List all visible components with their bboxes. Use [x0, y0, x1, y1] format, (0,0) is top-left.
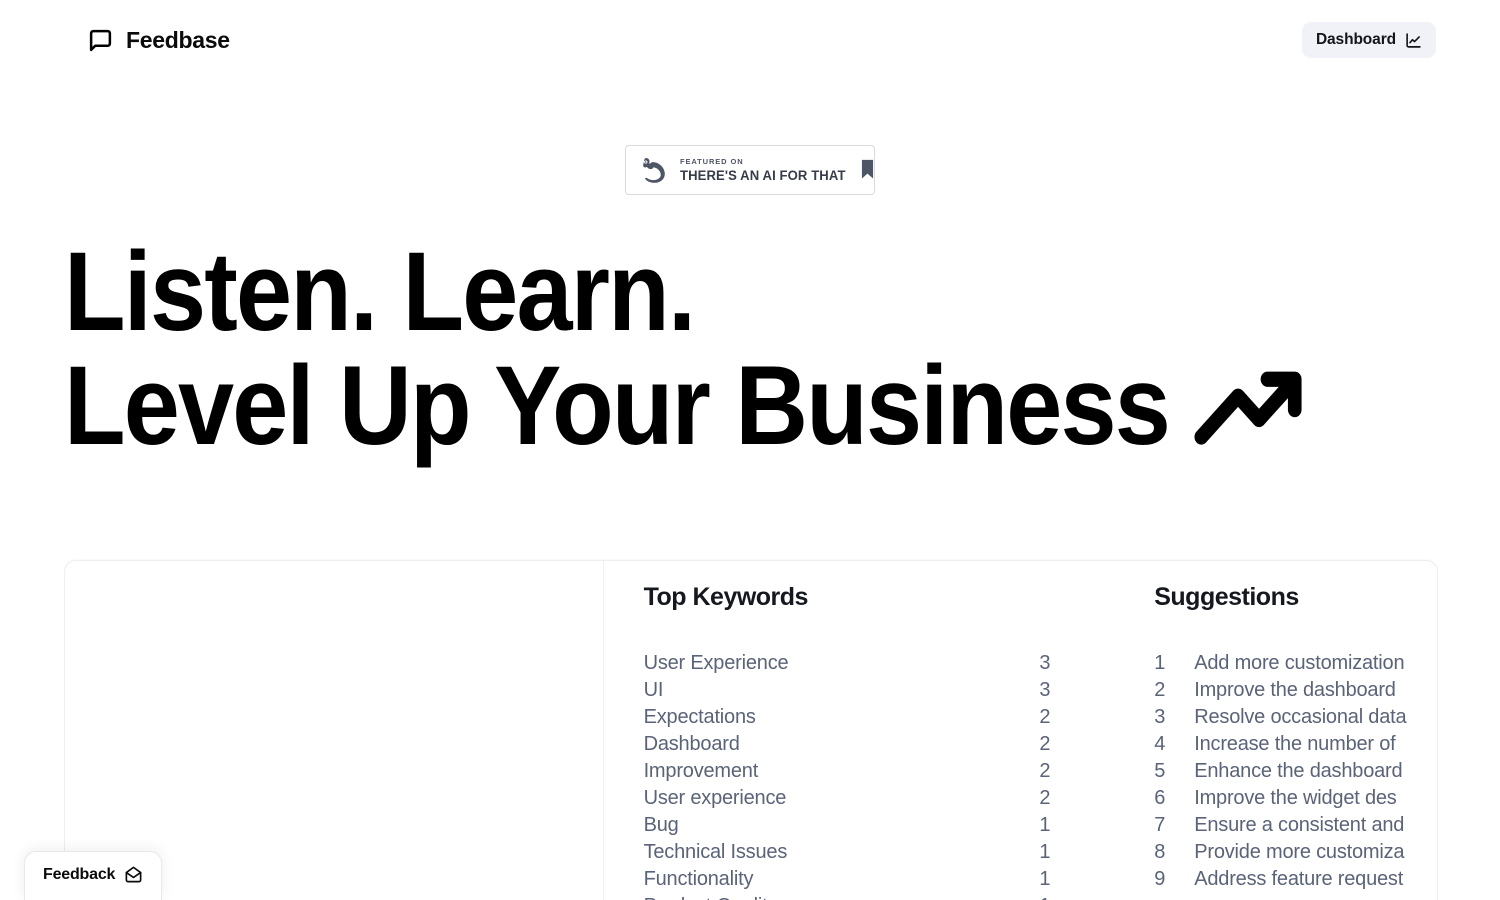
suggestion-text: Resolve occasional data: [1194, 706, 1407, 728]
list-item[interactable]: Product Quality 1: [644, 895, 1051, 900]
suggestion-number: 5: [1154, 760, 1166, 782]
suggestion-text: Improve the dashboard: [1194, 679, 1396, 701]
keyword-count: 3: [1039, 652, 1051, 674]
top-keywords-panel: Top Keywords User Experience 3 UI 3 Expe…: [602, 561, 1085, 900]
landing-page: Feedbase Dashboard FEATURED ON THERE'S A…: [0, 0, 1500, 900]
suggestion-text: Ensure a consistent and: [1194, 814, 1405, 836]
suggestion-number: 7: [1154, 814, 1166, 836]
trending-up-icon: [1191, 360, 1317, 452]
brand-logo[interactable]: Feedbase: [88, 27, 230, 54]
open-envelope-icon: [124, 865, 143, 884]
feedback-widget-button[interactable]: Feedback: [24, 851, 163, 900]
top-keywords-title: Top Keywords: [643, 583, 809, 611]
featured-badge-title: THERE'S AN AI FOR THAT: [680, 167, 846, 183]
keyword-count: 2: [1039, 733, 1051, 755]
keyword-count: 2: [1039, 760, 1051, 782]
featured-badge-text: FEATURED ON THERE'S AN AI FOR THAT: [680, 158, 851, 182]
suggestions-panel: Suggestions 1 Add more customization 2 I…: [1112, 561, 1437, 900]
keyword-count: 1: [1039, 868, 1051, 890]
suggestion-number: 9: [1154, 868, 1166, 890]
keyword-count: 1: [1039, 841, 1051, 863]
list-item[interactable]: 5 Enhance the dashboard: [1154, 760, 1437, 787]
list-item[interactable]: 9 Address feature request: [1154, 868, 1437, 895]
dashboard-preview-card: Top Keywords User Experience 3 UI 3 Expe…: [64, 560, 1438, 900]
keyword-name: Improvement: [643, 760, 759, 782]
keyword-count: 3: [1039, 679, 1051, 701]
suggestion-number: 8: [1154, 841, 1166, 863]
preview-divider-gap: [1084, 561, 1112, 900]
keyword-count: 1: [1039, 814, 1051, 836]
keyword-name: UI: [643, 679, 664, 701]
list-item[interactable]: User Experience 3: [644, 652, 1051, 679]
keyword-name: Bug: [643, 814, 679, 836]
list-item[interactable]: Dashboard 2: [644, 733, 1051, 760]
message-square-icon: [88, 28, 113, 53]
suggestion-text: Address feature request: [1194, 868, 1404, 890]
feedback-widget-label: Feedback: [43, 865, 116, 883]
suggestion-text: Add more customization: [1194, 652, 1405, 674]
list-item[interactable]: Improvement 2: [644, 760, 1051, 787]
keyword-name: Dashboard: [643, 733, 740, 755]
suggestions-title: Suggestions: [1154, 583, 1299, 611]
keyword-count: 1: [1039, 895, 1050, 900]
site-header: Feedbase Dashboard: [0, 0, 1500, 80]
suggestion-number: 2: [1154, 679, 1166, 701]
suggestion-text: Improve the widget des: [1194, 787, 1397, 809]
list-item[interactable]: User experience 2: [644, 787, 1051, 814]
top-keywords-list: User Experience 3 UI 3 Expectations 2 Da…: [644, 652, 1051, 900]
bicep-flex-icon: [638, 155, 670, 185]
hero-line-1: Listen. Learn.: [64, 229, 696, 354]
keyword-count: 2: [1039, 787, 1051, 809]
suggestions-list: 1 Add more customization 2 Improve the d…: [1154, 652, 1437, 895]
featured-badge-kicker: FEATURED ON: [680, 157, 744, 166]
keyword-name: Product Quality: [644, 895, 778, 900]
keyword-name: Functionality: [643, 868, 754, 890]
dashboard-button-label: Dashboard: [1315, 31, 1396, 48]
list-item[interactable]: 2 Improve the dashboard: [1154, 679, 1437, 706]
list-item[interactable]: Functionality 1: [644, 868, 1051, 895]
hero-line-2-row: Level Up Your Business: [64, 343, 1306, 468]
featured-on-badge[interactable]: FEATURED ON THERE'S AN AI FOR THAT: [625, 145, 875, 195]
suggestion-text: Increase the number of: [1194, 733, 1396, 755]
dashboard-button[interactable]: Dashboard: [1301, 22, 1436, 58]
keyword-name: Expectations: [643, 706, 756, 728]
suggestion-number: 6: [1154, 787, 1166, 809]
hero-heading: Listen. Learn. Level Up Your Business: [64, 229, 1444, 468]
keyword-name: User Experience: [643, 652, 789, 674]
list-item[interactable]: 4 Increase the number of: [1154, 733, 1437, 760]
list-item[interactable]: Expectations 2: [644, 706, 1051, 733]
brand-name: Feedbase: [126, 26, 230, 53]
suggestion-text: Provide more customiza: [1194, 841, 1405, 863]
suggestion-text: Enhance the dashboard: [1194, 760, 1403, 782]
list-item[interactable]: 8 Provide more customiza: [1154, 841, 1437, 868]
preview-chart-panel: [65, 561, 603, 900]
suggestion-number: 1: [1154, 652, 1166, 674]
bookmark-icon: [861, 159, 874, 181]
featured-badge-wrapper: FEATURED ON THERE'S AN AI FOR THAT: [0, 145, 1500, 195]
list-item[interactable]: 6 Improve the widget des: [1154, 787, 1437, 814]
list-item[interactable]: 3 Resolve occasional data: [1154, 706, 1437, 733]
suggestion-number: 3: [1154, 706, 1166, 728]
list-item[interactable]: Bug 1: [644, 814, 1051, 841]
list-item[interactable]: 7 Ensure a consistent and: [1154, 814, 1437, 841]
suggestion-number: 4: [1154, 733, 1166, 755]
keyword-name: Technical Issues: [643, 841, 788, 863]
hero-line-2-text: Level Up Your Business: [64, 343, 1171, 468]
keyword-name: User experience: [643, 787, 787, 809]
list-item[interactable]: UI 3: [644, 679, 1051, 706]
list-item[interactable]: 1 Add more customization: [1154, 652, 1437, 679]
keyword-count: 2: [1039, 706, 1051, 728]
list-item[interactable]: Technical Issues 1: [644, 841, 1051, 868]
line-chart-icon: [1405, 32, 1422, 49]
